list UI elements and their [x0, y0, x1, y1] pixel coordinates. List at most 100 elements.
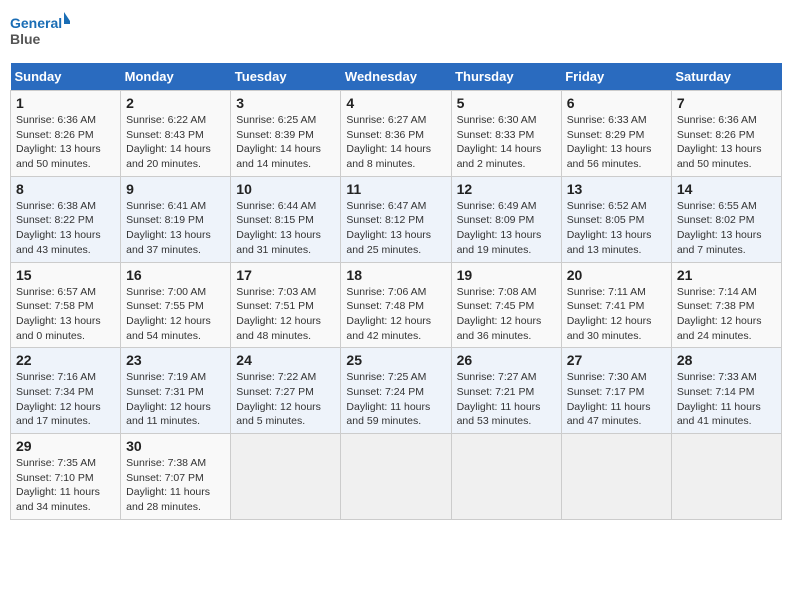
- day-number: 8: [16, 181, 115, 197]
- calendar-day-5: 5Sunrise: 6:30 AMSunset: 8:33 PMDaylight…: [451, 91, 561, 177]
- calendar-day-18: 18Sunrise: 7:06 AMSunset: 7:48 PMDayligh…: [341, 262, 451, 348]
- calendar-day-30: 30 Sunrise: 7:38 AMSunset: 7:07 PMDayligh…: [121, 434, 231, 520]
- day-number: 11: [346, 181, 445, 197]
- day-detail: Sunrise: 7:33 AMSunset: 7:14 PMDaylight:…: [677, 370, 776, 429]
- calendar-header: SundayMondayTuesdayWednesdayThursdayFrid…: [11, 63, 782, 91]
- day-detail: Sunrise: 7:35 AMSunset: 7:10 PMDaylight:…: [16, 456, 115, 515]
- calendar-day-29: 29 Sunrise: 7:35 AMSunset: 7:10 PMDayligh…: [11, 434, 121, 520]
- day-number: 1: [16, 95, 115, 111]
- calendar-row: 8 Sunrise: 6:38 AMSunset: 8:22 PMDaylight…: [11, 176, 782, 262]
- day-number: 5: [457, 95, 556, 111]
- calendar-day-9: 9 Sunrise: 6:41 AMSunset: 8:19 PMDaylight…: [121, 176, 231, 262]
- day-detail: Sunrise: 6:38 AMSunset: 8:22 PMDaylight:…: [16, 199, 115, 258]
- calendar-day-27: 27Sunrise: 7:30 AMSunset: 7:17 PMDayligh…: [561, 348, 671, 434]
- day-detail: Sunrise: 7:27 AMSunset: 7:21 PMDaylight:…: [457, 370, 556, 429]
- day-number: 6: [567, 95, 666, 111]
- calendar-table: SundayMondayTuesdayWednesdayThursdayFrid…: [10, 63, 782, 520]
- day-detail: Sunrise: 6:55 AMSunset: 8:02 PMDaylight:…: [677, 199, 776, 258]
- weekday-header-sunday: Sunday: [11, 63, 121, 91]
- day-detail: Sunrise: 6:36 AMSunset: 8:26 PMDaylight:…: [16, 113, 115, 172]
- day-detail: Sunrise: 6:27 AMSunset: 8:36 PMDaylight:…: [346, 113, 445, 172]
- day-number: 23: [126, 352, 225, 368]
- calendar-day-7: 7Sunrise: 6:36 AMSunset: 8:26 PMDaylight…: [671, 91, 781, 177]
- day-number: 25: [346, 352, 445, 368]
- day-number: 3: [236, 95, 335, 111]
- day-detail: Sunrise: 6:44 AMSunset: 8:15 PMDaylight:…: [236, 199, 335, 258]
- day-detail: Sunrise: 7:11 AMSunset: 7:41 PMDaylight:…: [567, 285, 666, 344]
- calendar-day-13: 13 Sunrise: 6:52 AMSunset: 8:05 PMDayligh…: [561, 176, 671, 262]
- day-detail: Sunrise: 7:22 AMSunset: 7:27 PMDaylight:…: [236, 370, 335, 429]
- day-number: 4: [346, 95, 445, 111]
- day-detail: Sunrise: 7:38 AMSunset: 7:07 PMDaylight:…: [126, 456, 225, 515]
- day-number: 29: [16, 438, 115, 454]
- calendar-day-17: 17 Sunrise: 7:03 AMSunset: 7:51 PMDayligh…: [231, 262, 341, 348]
- calendar-row: 15 Sunrise: 6:57 AMSunset: 7:58 PMDayligh…: [11, 262, 782, 348]
- day-number: 27: [567, 352, 666, 368]
- calendar-day-16: 16Sunrise: 7:00 AMSunset: 7:55 PMDayligh…: [121, 262, 231, 348]
- calendar-day-2: 2 Sunrise: 6:22 AMSunset: 8:43 PMDaylight…: [121, 91, 231, 177]
- day-number: 24: [236, 352, 335, 368]
- calendar-day-21: 21 Sunrise: 7:14 AMSunset: 7:38 PMDayligh…: [671, 262, 781, 348]
- day-number: 20: [567, 267, 666, 283]
- day-number: 28: [677, 352, 776, 368]
- calendar-day-25: 25Sunrise: 7:25 AMSunset: 7:24 PMDayligh…: [341, 348, 451, 434]
- day-detail: Sunrise: 6:57 AMSunset: 7:58 PMDaylight:…: [16, 285, 115, 344]
- empty-cell: [561, 434, 671, 520]
- calendar-day-8: 8 Sunrise: 6:38 AMSunset: 8:22 PMDaylight…: [11, 176, 121, 262]
- calendar-day-22: 22Sunrise: 7:16 AMSunset: 7:34 PMDayligh…: [11, 348, 121, 434]
- day-number: 30: [126, 438, 225, 454]
- calendar-day-26: 26Sunrise: 7:27 AMSunset: 7:21 PMDayligh…: [451, 348, 561, 434]
- day-detail: Sunrise: 6:25 AMSunset: 8:39 PMDaylight:…: [236, 113, 335, 172]
- day-detail: Sunrise: 7:08 AMSunset: 7:45 PMDaylight:…: [457, 285, 556, 344]
- svg-text:Blue: Blue: [10, 31, 41, 47]
- day-detail: Sunrise: 6:41 AMSunset: 8:19 PMDaylight:…: [126, 199, 225, 258]
- day-detail: Sunrise: 6:33 AMSunset: 8:29 PMDaylight:…: [567, 113, 666, 172]
- day-detail: Sunrise: 6:36 AMSunset: 8:26 PMDaylight:…: [677, 113, 776, 172]
- empty-cell: [341, 434, 451, 520]
- day-detail: Sunrise: 6:22 AMSunset: 8:43 PMDaylight:…: [126, 113, 225, 172]
- logo-svg: General Blue: [10, 10, 70, 55]
- weekday-header-friday: Friday: [561, 63, 671, 91]
- calendar-day-28: 28 Sunrise: 7:33 AMSunset: 7:14 PMDayligh…: [671, 348, 781, 434]
- calendar-day-23: 23 Sunrise: 7:19 AMSunset: 7:31 PMDayligh…: [121, 348, 231, 434]
- day-detail: Sunrise: 6:52 AMSunset: 8:05 PMDaylight:…: [567, 199, 666, 258]
- empty-cell: [671, 434, 781, 520]
- svg-text:General: General: [10, 15, 62, 31]
- calendar-day-20: 20 Sunrise: 7:11 AMSunset: 7:41 PMDayligh…: [561, 262, 671, 348]
- page-header: General Blue: [10, 10, 782, 55]
- weekday-header-tuesday: Tuesday: [231, 63, 341, 91]
- weekday-header-wednesday: Wednesday: [341, 63, 451, 91]
- calendar-day-15: 15 Sunrise: 6:57 AMSunset: 7:58 PMDayligh…: [11, 262, 121, 348]
- day-detail: Sunrise: 6:49 AMSunset: 8:09 PMDaylight:…: [457, 199, 556, 258]
- calendar-day-3: 3 Sunrise: 6:25 AMSunset: 8:39 PMDaylight…: [231, 91, 341, 177]
- calendar-row: 22Sunrise: 7:16 AMSunset: 7:34 PMDayligh…: [11, 348, 782, 434]
- calendar-row: 29 Sunrise: 7:35 AMSunset: 7:10 PMDayligh…: [11, 434, 782, 520]
- logo: General Blue: [10, 10, 70, 55]
- day-detail: Sunrise: 6:47 AMSunset: 8:12 PMDaylight:…: [346, 199, 445, 258]
- calendar-day-12: 12 Sunrise: 6:49 AMSunset: 8:09 PMDayligh…: [451, 176, 561, 262]
- day-number: 15: [16, 267, 115, 283]
- day-number: 2: [126, 95, 225, 111]
- weekday-header-monday: Monday: [121, 63, 231, 91]
- day-number: 17: [236, 267, 335, 283]
- weekday-header-saturday: Saturday: [671, 63, 781, 91]
- weekday-header-thursday: Thursday: [451, 63, 561, 91]
- day-detail: Sunrise: 7:14 AMSunset: 7:38 PMDaylight:…: [677, 285, 776, 344]
- calendar-day-19: 19Sunrise: 7:08 AMSunset: 7:45 PMDayligh…: [451, 262, 561, 348]
- day-number: 18: [346, 267, 445, 283]
- calendar-day-14: 14 Sunrise: 6:55 AMSunset: 8:02 PMDayligh…: [671, 176, 781, 262]
- calendar-day-6: 6 Sunrise: 6:33 AMSunset: 8:29 PMDaylight…: [561, 91, 671, 177]
- day-detail: Sunrise: 7:19 AMSunset: 7:31 PMDaylight:…: [126, 370, 225, 429]
- calendar-day-24: 24 Sunrise: 7:22 AMSunset: 7:27 PMDayligh…: [231, 348, 341, 434]
- day-detail: Sunrise: 7:03 AMSunset: 7:51 PMDaylight:…: [236, 285, 335, 344]
- calendar-row: 1 Sunrise: 6:36 AMSunset: 8:26 PMDaylight…: [11, 91, 782, 177]
- day-number: 21: [677, 267, 776, 283]
- empty-cell: [451, 434, 561, 520]
- day-detail: Sunrise: 7:00 AMSunset: 7:55 PMDaylight:…: [126, 285, 225, 344]
- day-number: 13: [567, 181, 666, 197]
- day-number: 14: [677, 181, 776, 197]
- day-detail: Sunrise: 7:16 AMSunset: 7:34 PMDaylight:…: [16, 370, 115, 429]
- calendar-day-11: 11 Sunrise: 6:47 AMSunset: 8:12 PMDayligh…: [341, 176, 451, 262]
- day-number: 12: [457, 181, 556, 197]
- day-number: 9: [126, 181, 225, 197]
